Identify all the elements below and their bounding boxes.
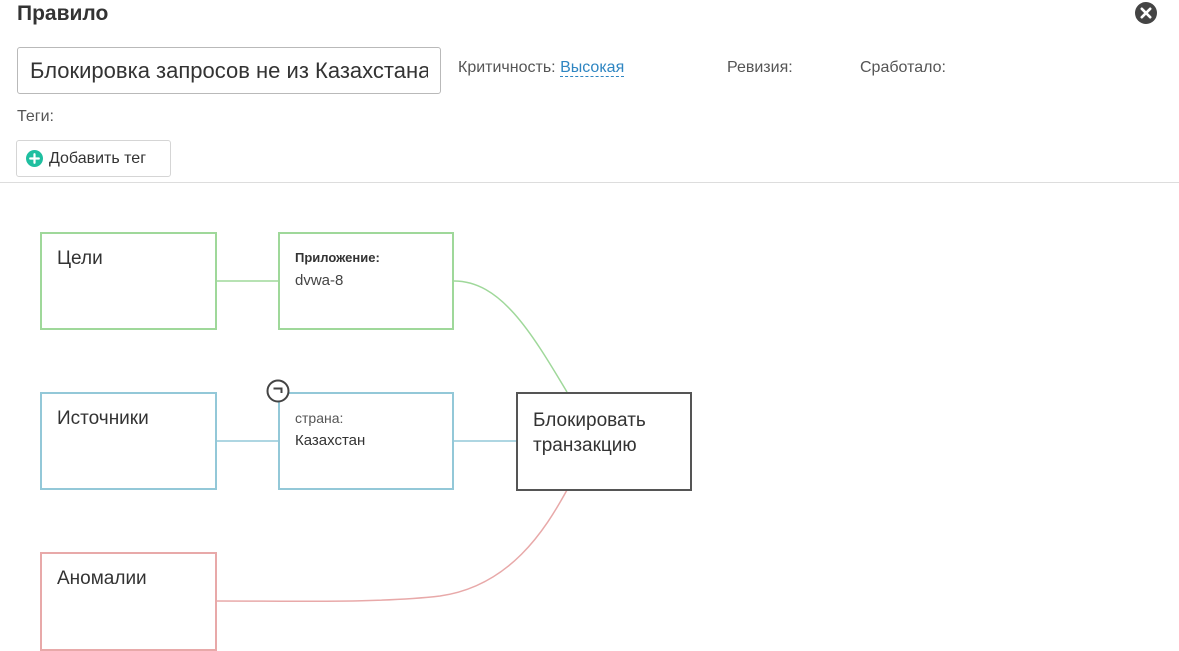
- negation-toggle[interactable]: [266, 379, 290, 403]
- target-condition-block[interactable]: Приложение: dvwa-8: [278, 232, 454, 330]
- targets-title: Цели: [57, 248, 103, 269]
- application-label: Приложение:: [295, 250, 380, 265]
- header-divider: [0, 182, 1179, 183]
- action-text: Блокировать транзакцию: [533, 408, 646, 458]
- close-button[interactable]: [1134, 1, 1158, 25]
- rule-name-input[interactable]: [17, 47, 441, 94]
- action-block[interactable]: Блокировать транзакцию: [516, 392, 692, 491]
- negation-icon: [266, 379, 290, 403]
- action-line-2: транзакцию: [533, 435, 637, 456]
- triggered-label: Сработало:: [860, 59, 946, 76]
- severity-label: Критичность:: [458, 59, 556, 76]
- application-value: dvwa-8: [295, 272, 344, 289]
- add-tag-label: Добавить тег: [49, 149, 147, 167]
- connector-targets-action: [453, 280, 568, 393]
- revision-label: Ревизия:: [727, 59, 793, 76]
- plus-circle-icon: [26, 150, 43, 167]
- sources-title: Источники: [57, 408, 149, 429]
- sources-block[interactable]: Источники: [40, 392, 217, 490]
- country-value: Казахстан: [295, 432, 366, 449]
- page-title: Правило: [17, 2, 109, 25]
- connector-anomalies-action: [215, 489, 568, 603]
- tags-label: Теги:: [17, 108, 54, 125]
- source-condition-block[interactable]: страна: Казахстан: [278, 392, 454, 490]
- close-circle-icon: [1135, 2, 1157, 24]
- targets-block[interactable]: Цели: [40, 232, 217, 330]
- anomalies-block[interactable]: Аномалии: [40, 552, 217, 651]
- anomalies-title: Аномалии: [57, 568, 147, 589]
- action-line-1: Блокировать: [533, 410, 646, 431]
- country-label: страна:: [295, 410, 344, 426]
- severity-link[interactable]: Высокая: [560, 59, 625, 77]
- severity-field: Критичность: Высокая: [458, 59, 625, 77]
- add-tag-button[interactable]: Добавить тег: [16, 140, 171, 177]
